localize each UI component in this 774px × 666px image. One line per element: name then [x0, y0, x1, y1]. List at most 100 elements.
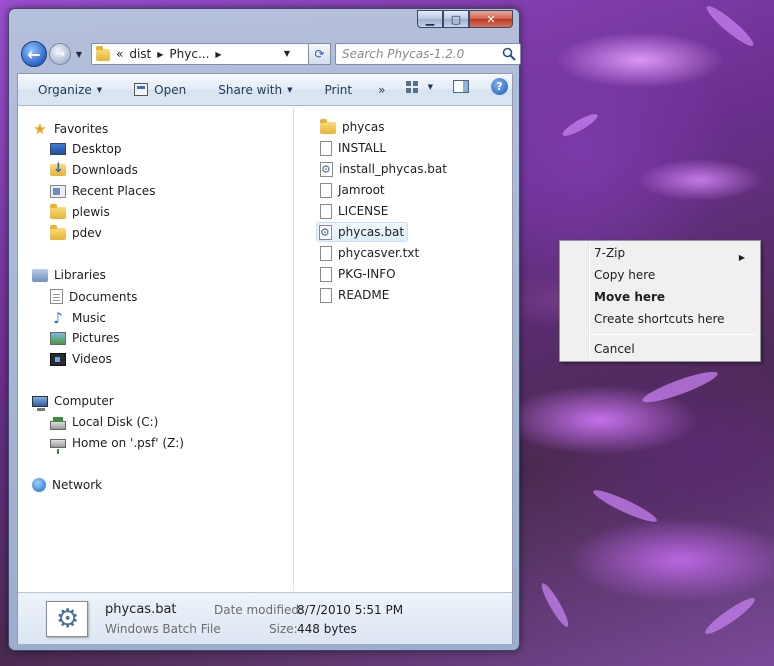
file-name: phycas.bat: [338, 225, 405, 239]
menu-item-move-here[interactable]: Move here: [594, 290, 754, 304]
menu-item-label: Cancel: [594, 342, 635, 356]
menu-item-label: Move here: [594, 290, 666, 304]
close-button[interactable]: ✕: [469, 10, 513, 28]
file-item-install[interactable]: INSTALL: [318, 138, 389, 158]
nav-item-label: Desktop: [72, 142, 122, 156]
help-icon[interactable]: ?: [491, 78, 508, 95]
organize-button[interactable]: Organize ▼: [18, 78, 112, 102]
batch-file-icon: [319, 224, 332, 240]
chevron-down-icon[interactable]: ▼: [284, 49, 290, 58]
batch-file-icon: [46, 601, 88, 637]
file-item-readme[interactable]: README: [318, 285, 392, 305]
print-button[interactable]: Print: [315, 78, 363, 102]
arrow-left-icon: ←: [27, 44, 41, 64]
file-icon: [320, 287, 332, 303]
nav-item-label: pdev: [72, 226, 102, 240]
folder-icon: [96, 46, 110, 61]
preview-pane-icon[interactable]: [453, 80, 469, 93]
nav-network[interactable]: Network: [32, 478, 102, 492]
file-item-phycas-bat[interactable]: phycas.bat: [316, 222, 409, 242]
wallpaper-petal: [701, 593, 759, 639]
hard-disk-icon: [50, 416, 66, 430]
nav-item-videos[interactable]: Videos: [50, 352, 112, 366]
more-commands-button[interactable]: »: [368, 78, 395, 102]
search-icon[interactable]: [502, 47, 516, 61]
nav-favorites[interactable]: ★ Favorites: [32, 121, 108, 137]
nav-item-home-psf[interactable]: Home on '.psf' (Z:): [50, 436, 184, 454]
nav-item-recent-places[interactable]: Recent Places: [50, 184, 155, 198]
text-file-icon: [320, 245, 332, 261]
search-input[interactable]: [342, 47, 492, 61]
nav-computer[interactable]: Computer: [32, 394, 114, 411]
views-dropdown-icon[interactable]: ▼: [428, 83, 433, 91]
menu-item-cancel[interactable]: Cancel: [594, 342, 754, 356]
nav-item-downloads[interactable]: Downloads: [50, 161, 138, 177]
maximize-button[interactable]: ▢: [443, 10, 469, 28]
open-button[interactable]: Open: [124, 78, 196, 102]
file-icon: [320, 266, 332, 282]
menu-item-label: 7-Zip: [594, 246, 626, 260]
refresh-button[interactable]: ⟳: [309, 43, 331, 65]
nav-libraries[interactable]: Libraries: [32, 268, 106, 282]
libraries-icon: [32, 268, 48, 282]
details-file-name: phycas.bat: [105, 602, 177, 617]
recent-places-icon: [50, 184, 66, 198]
computer-icon: [32, 395, 48, 411]
nav-item-pdev[interactable]: pdev: [50, 225, 102, 240]
chevron-right-icon[interactable]: ▶: [157, 50, 163, 59]
chevron-right-icon[interactable]: ▶: [215, 50, 221, 59]
star-icon: ★: [33, 120, 47, 138]
file-item-phycasver-txt[interactable]: phycasver.txt: [318, 243, 422, 263]
breadcrumb-phycas[interactable]: Phyc...: [169, 47, 209, 61]
share-with-button[interactable]: Share with ▼: [208, 78, 302, 102]
nav-item-label: Pictures: [72, 331, 120, 345]
nav-favorites-label: Favorites: [54, 122, 109, 136]
print-label: Print: [324, 82, 353, 97]
nav-item-label: Videos: [72, 352, 112, 366]
nav-item-music[interactable]: ♪ Music: [50, 310, 106, 326]
file-item-pkg-info[interactable]: PKG-INFO: [318, 264, 399, 284]
forward-button[interactable]: →: [49, 43, 71, 65]
folder-icon: [320, 119, 336, 134]
chevron-down-icon: ▼: [96, 85, 103, 94]
date-modified-value: 8/7/2010 5:51 PM: [297, 603, 404, 617]
breadcrumb-dist[interactable]: dist: [129, 47, 151, 61]
date-modified-label: Date modified:: [214, 603, 304, 617]
menu-item-copy-here[interactable]: Copy here: [594, 268, 754, 282]
file-item-jamroot[interactable]: Jamroot: [318, 180, 388, 200]
nav-computer-label: Computer: [54, 394, 114, 408]
recent-pages-dropdown[interactable]: ▼: [73, 47, 85, 61]
address-bar[interactable]: « dist ▶ Phyc... ▶ ▼: [91, 43, 309, 65]
menu-item-7zip[interactable]: 7-Zip ▶: [594, 246, 754, 262]
minimize-button[interactable]: ▁: [417, 10, 443, 28]
details-pane: phycas.bat Windows Batch File Date modif…: [18, 592, 512, 644]
file-list: phycas INSTALL install_phycas.bat Jamroo…: [304, 107, 512, 591]
file-name: install_phycas.bat: [339, 162, 447, 176]
file-name: PKG-INFO: [338, 267, 396, 281]
network-globe-icon: [32, 478, 46, 492]
nav-item-local-disk[interactable]: Local Disk (C:): [50, 415, 158, 430]
nav-item-plewis[interactable]: plewis: [50, 204, 110, 219]
search-box[interactable]: [335, 43, 521, 65]
back-button[interactable]: ←: [21, 41, 47, 67]
file-name: Jamroot: [338, 183, 385, 197]
file-item-phycas[interactable]: phycas: [318, 117, 388, 137]
nav-item-label: Documents: [69, 289, 138, 304]
organize-label: Organize: [38, 82, 92, 97]
file-item-install-phycas-bat[interactable]: install_phycas.bat: [318, 159, 450, 179]
address-overflow[interactable]: «: [116, 47, 123, 61]
documents-icon: [50, 289, 63, 304]
open-label: Open: [154, 82, 187, 97]
nav-item-documents[interactable]: Documents: [50, 289, 137, 304]
command-bar: Organize ▼ Open Share with ▼ Print » ▼ ?: [18, 74, 512, 106]
file-item-license[interactable]: LICENSE: [318, 201, 391, 221]
nav-item-desktop[interactable]: Desktop: [50, 142, 122, 156]
file-icon: [320, 203, 332, 219]
nav-item-pictures[interactable]: Pictures: [50, 331, 120, 345]
wallpaper-petal: [538, 580, 572, 630]
details-file-type: Windows Batch File: [105, 622, 221, 636]
navigation-bar: ← → ▼ « dist ▶ Phyc... ▶ ▼ ⟳: [17, 41, 521, 71]
size-label: Size:: [269, 622, 298, 636]
menu-item-create-shortcuts[interactable]: Create shortcuts here: [594, 312, 754, 326]
change-view-icon[interactable]: [405, 80, 420, 93]
